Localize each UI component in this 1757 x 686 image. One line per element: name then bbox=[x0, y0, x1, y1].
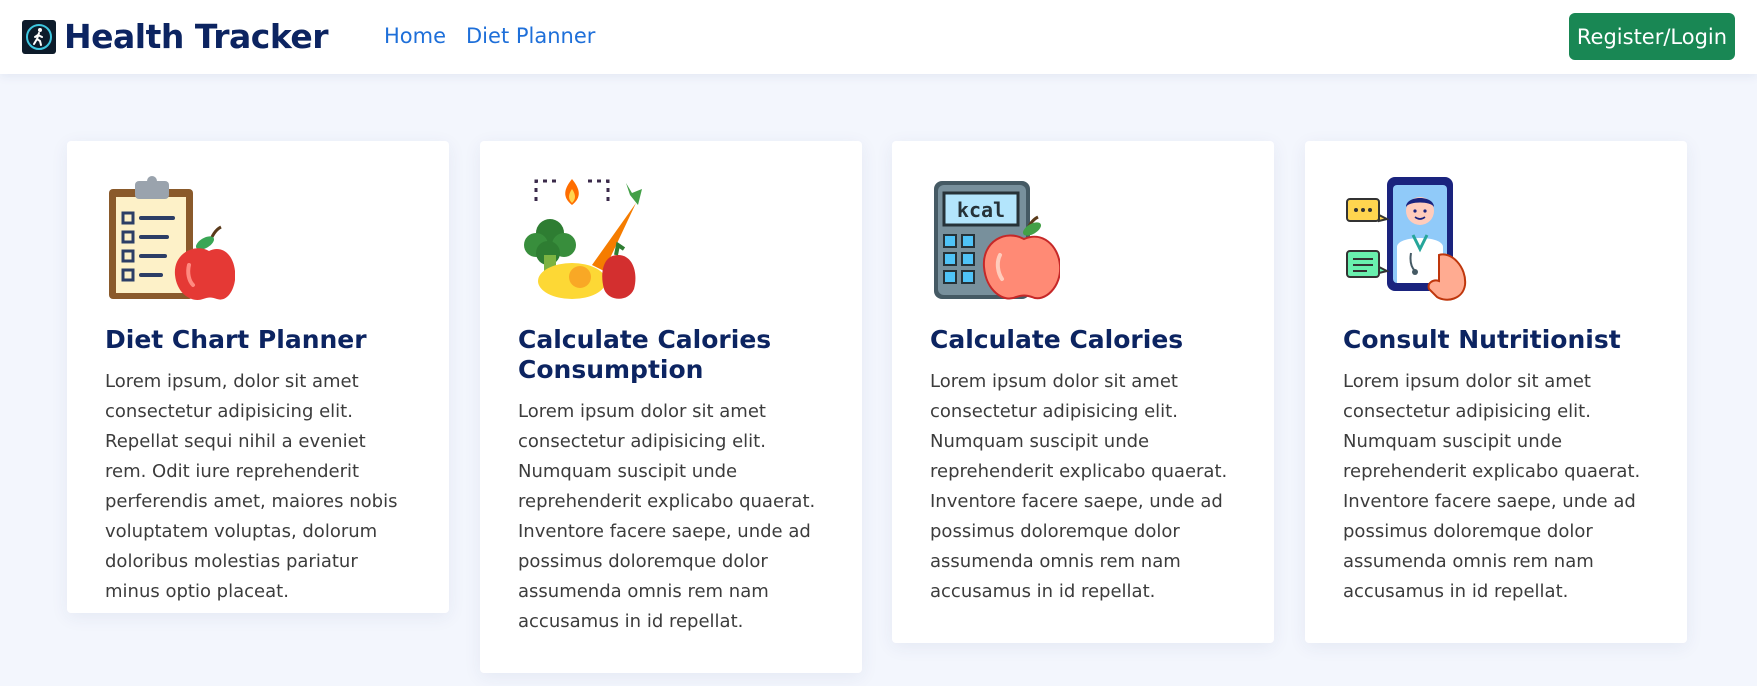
card-text: Lorem ipsum, dolor sit amet consectetur … bbox=[105, 371, 398, 602]
card-title: Calculate Calories bbox=[930, 325, 1184, 354]
kcal-calculator-icon: kcal bbox=[934, 181, 1060, 300]
card-calculate-calories-consumption: Calculate Calories Consumption Lorem ips… bbox=[480, 141, 862, 673]
brand-name: Health Tracker bbox=[64, 17, 329, 56]
nav-links: Home Diet Planner bbox=[384, 24, 615, 48]
card-diet-chart-planner: Diet Chart Planner Lorem ipsum, dolor si… bbox=[67, 141, 449, 613]
vegetables-icon bbox=[524, 179, 642, 299]
card-consult-nutritionist: Consult Nutritionist Lorem ipsum dolor s… bbox=[1305, 141, 1687, 643]
brand[interactable]: Health Tracker bbox=[22, 17, 329, 56]
kcal-label: kcal bbox=[957, 198, 1005, 222]
walking-person-icon bbox=[22, 19, 56, 54]
nav-link-home[interactable]: Home bbox=[384, 24, 446, 48]
card-text: Lorem ipsum dolor sit amet consectetur a… bbox=[930, 371, 1228, 602]
clipboard-apple-icon bbox=[109, 176, 235, 300]
card-text: Lorem ipsum dolor sit amet consectetur a… bbox=[1343, 371, 1641, 602]
navbar: Health Tracker Home Diet Planner Registe… bbox=[0, 0, 1757, 74]
card-title: Diet Chart Planner bbox=[105, 325, 367, 354]
card-title: Consult Nutritionist bbox=[1343, 325, 1621, 354]
nav-link-diet-planner[interactable]: Diet Planner bbox=[466, 24, 595, 48]
card-text: Lorem ipsum dolor sit amet consectetur a… bbox=[518, 401, 816, 632]
card-calculate-calories: kcal Calculate Calories Lorem ipsum dolo… bbox=[892, 141, 1274, 643]
register-login-button[interactable]: Register/Login bbox=[1569, 13, 1735, 60]
card-title: Calculate Calories Consumption bbox=[518, 325, 772, 384]
doctor-phone-icon bbox=[1346, 177, 1467, 301]
